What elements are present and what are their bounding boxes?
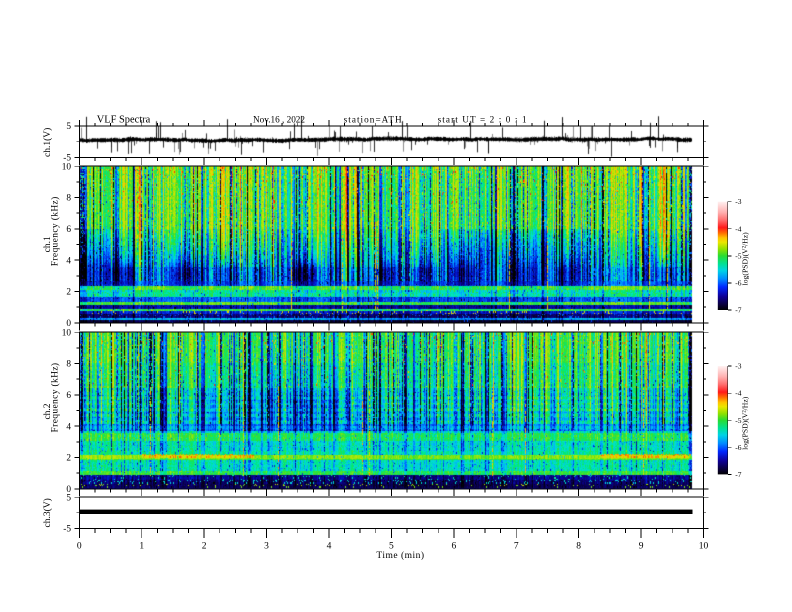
svg-text:station=ATH: station=ATH [344,114,403,124]
svg-text:0: 0 [66,485,71,495]
svg-text:7: 7 [514,542,519,552]
svg-text:1: 1 [139,542,144,552]
svg-text:3: 3 [264,542,269,552]
svg-text:6: 6 [66,391,71,401]
svg-text:0: 0 [77,542,82,552]
svg-text:log(PSD)(V²/Hz): log(PSD)(V²/Hz) [741,396,750,450]
svg-text:-4: -4 [735,389,741,398]
svg-text:8: 8 [66,194,71,204]
svg-text:ch.3(V): ch.3(V) [42,498,53,527]
svg-text:ch.1(V): ch.1(V) [42,128,53,157]
svg-text:6: 6 [451,542,456,552]
svg-text:Nov.16 , 2022: Nov.16 , 2022 [253,114,305,124]
svg-text:2: 2 [66,454,71,464]
svg-text:-7: -7 [735,306,741,315]
svg-text:2: 2 [66,288,71,298]
svg-text:4: 4 [327,542,332,552]
svg-text:8: 8 [576,542,581,552]
svg-text:Frequency (kHz): Frequency (kHz) [50,196,61,266]
svg-text:-4: -4 [735,224,741,233]
svg-text:VLF Spectra: VLF Spectra [97,115,151,126]
svg-text:-7: -7 [735,470,741,479]
svg-text:Frequency (kHz): Frequency (kHz) [50,363,61,433]
svg-text:-3: -3 [735,362,741,371]
svg-text:10: 10 [62,328,72,338]
svg-text:10: 10 [62,162,72,172]
svg-text:5: 5 [66,122,71,132]
svg-text:6: 6 [66,225,71,235]
svg-text:Time (min): Time (min) [376,550,424,561]
svg-text:start UT = 2 : 0 : 1: start UT = 2 : 0 : 1 [438,114,528,124]
svg-text:-3: -3 [735,197,741,206]
svg-text:4: 4 [66,422,71,432]
svg-text:10: 10 [699,542,709,552]
svg-text:8: 8 [66,360,71,370]
svg-text:log(PSD)(V²/Hz): log(PSD)(V²/Hz) [741,232,750,286]
svg-text:4: 4 [66,256,71,266]
svg-text:9: 9 [639,542,644,552]
svg-text:-5: -5 [63,525,71,535]
svg-text:2: 2 [202,542,207,552]
